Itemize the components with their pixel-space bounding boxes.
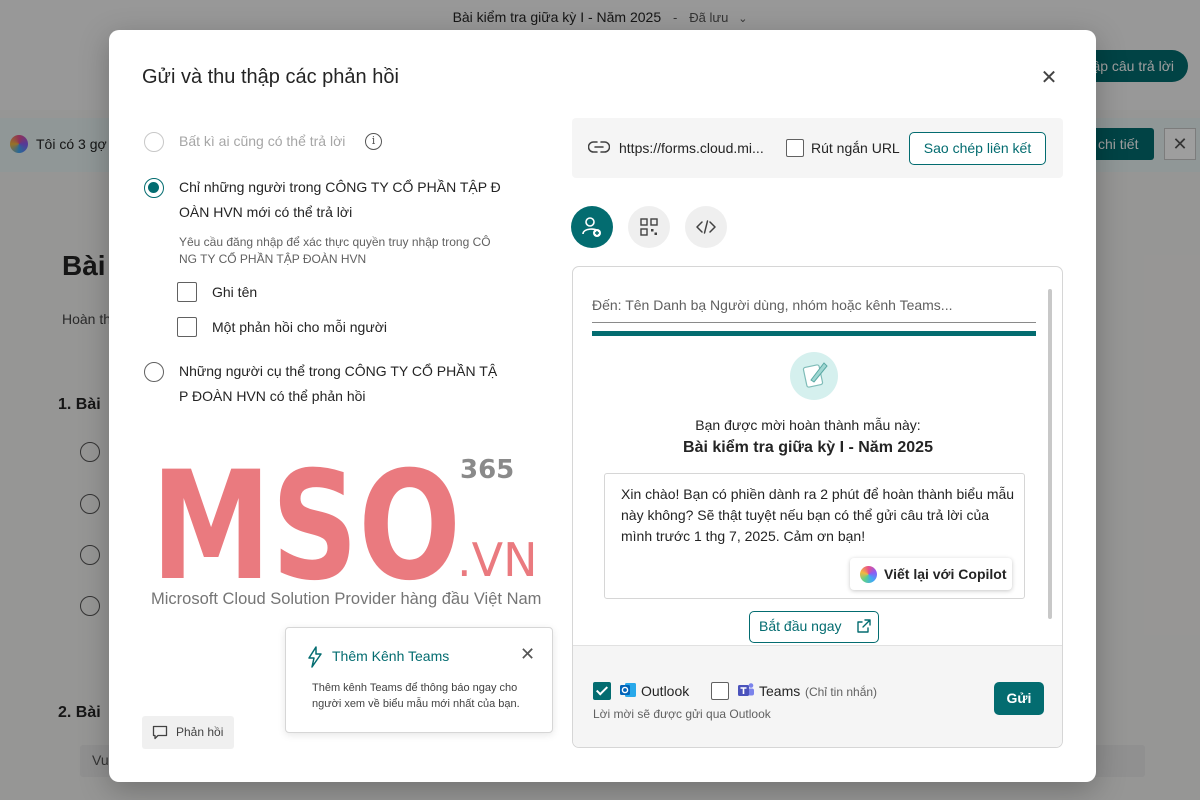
dialog-title: Gửi và thu thập các phản hồi — [142, 66, 399, 88]
specific-people-radio[interactable] — [144, 362, 164, 382]
feedback-button[interactable]: Phản hồi — [142, 716, 234, 749]
send-channel-note: Lời mời sẽ được gửi qua Outlook — [593, 707, 771, 721]
code-icon — [696, 220, 716, 234]
tip-close-icon[interactable]: ✕ — [520, 644, 535, 665]
share-dialog: Gửi và thu thập các phản hồi ✕ Bất kì ai… — [109, 30, 1096, 782]
open-external-icon — [857, 619, 871, 633]
email-header-bar — [592, 331, 1036, 336]
info-icon[interactable]: i — [365, 133, 382, 150]
link-bar: https://forms.cloud.mi... Rút ngắn URL S… — [572, 118, 1063, 178]
qr-code-icon — [640, 218, 658, 236]
one-response-checkbox[interactable] — [177, 317, 197, 337]
org-only-hint: Yêu cầu đăng nhập để xác thực quyền truy… — [179, 235, 491, 266]
teams-checkbox[interactable] — [711, 682, 729, 700]
lightning-icon — [308, 646, 322, 668]
share-url[interactable]: https://forms.cloud.mi... — [619, 140, 764, 156]
tip-body: Thêm kênh Teams để thông báo ngay cho ng… — [312, 682, 520, 710]
rewrite-copilot-button[interactable]: Viết lại với Copilot — [850, 558, 1012, 590]
anyone-label: Bất kì ai cũng có thể trả lời — [179, 133, 346, 149]
send-footer: Outlook Teams (Chỉ tin nhắn) Lời mời sẽ … — [573, 645, 1062, 747]
start-now-button[interactable]: Bắt đầu ngay — [749, 611, 879, 643]
org-only-label: Chỉ những người trong CÔNG TY CỔ PHẦN TẬ… — [179, 179, 501, 220]
teams-note: (Chỉ tin nhắn) — [805, 685, 878, 699]
tab-qr-code[interactable] — [628, 206, 670, 248]
tab-embed[interactable] — [685, 206, 727, 248]
record-name-label: Ghi tên — [212, 284, 258, 300]
copy-link-button[interactable]: Sao chép liên kết — [909, 132, 1046, 165]
outlook-checkbox[interactable] — [593, 682, 611, 700]
specific-people-label: Những người cụ thể trong CÔNG TY CỔ PHẦN… — [179, 363, 498, 404]
feedback-label: Phản hồi — [176, 725, 224, 739]
logo-domain: .VN — [457, 533, 538, 587]
teams-icon — [738, 683, 754, 696]
link-icon — [588, 141, 610, 153]
outlook-label: Outlook — [641, 683, 690, 699]
one-response-label: Một phản hồi cho mỗi người — [212, 319, 387, 335]
invite-panel: Đến: Tên Danh bạ Người dùng, nhóm hoặc k… — [572, 266, 1063, 748]
shorten-url-label: Rút ngắn URL — [811, 140, 900, 156]
shorten-url-checkbox[interactable] — [786, 139, 804, 157]
close-icon[interactable]: ✕ — [1039, 68, 1059, 88]
message-text[interactable]: Xin chào! Bạn có phiền dành ra 2 phút để… — [621, 484, 1017, 547]
logo-superscript: 365 — [460, 455, 514, 485]
logo-brand-text: MSO — [151, 450, 461, 590]
record-name-checkbox[interactable] — [177, 282, 197, 302]
copilot-icon — [860, 566, 877, 583]
tab-invite-people[interactable] — [571, 206, 613, 248]
outlook-icon — [620, 683, 636, 697]
panel-scrollbar[interactable] — [1048, 289, 1052, 619]
teams-channel-tip: Thêm Kênh Teams ✕ Thêm kênh Teams để thô… — [285, 627, 553, 733]
form-illustration-icon — [790, 352, 838, 400]
logo-tagline: Microsoft Cloud Solution Provider hàng đ… — [151, 590, 542, 608]
recipients-input[interactable]: Đến: Tên Danh bạ Người dùng, nhóm hoặc k… — [592, 297, 1036, 323]
person-add-icon — [582, 217, 601, 237]
tip-title: Thêm Kênh Teams — [332, 648, 450, 664]
org-only-radio[interactable] — [144, 178, 164, 198]
message-box[interactable]: Xin chào! Bạn có phiền dành ra 2 phút để… — [604, 473, 1025, 599]
invite-line: Bạn được mời hoàn thành mẫu này: — [695, 417, 921, 433]
anyone-radio[interactable] — [144, 132, 164, 152]
teams-label: Teams — [759, 683, 801, 699]
start-now-label: Bắt đầu ngay — [759, 618, 842, 634]
send-button[interactable]: Gửi — [994, 682, 1044, 715]
copilot-button-label: Viết lại với Copilot — [884, 566, 1007, 582]
chat-icon — [152, 725, 168, 740]
invite-form-title: Bài kiểm tra giữa kỳ I - Năm 2025 — [683, 439, 933, 456]
